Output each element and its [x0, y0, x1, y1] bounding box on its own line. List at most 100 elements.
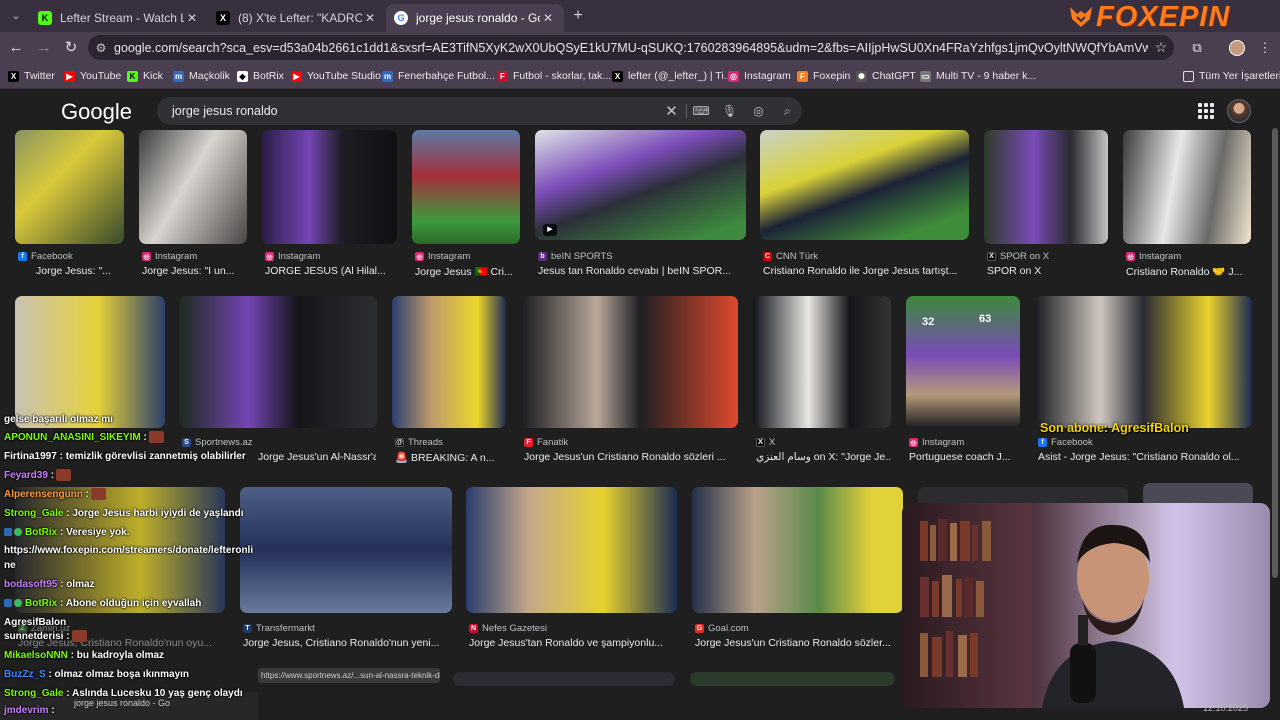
image-result[interactable] — [139, 130, 247, 244]
image-result[interactable] — [15, 130, 124, 244]
result-caption[interactable]: وسام العنزي on X: "Jorge Je... — [756, 451, 892, 463]
forward-button[interactable]: → — [34, 38, 54, 58]
close-icon[interactable]: ✕ — [540, 11, 556, 25]
chat-emote-icon — [71, 630, 87, 643]
bookmark-lefter-x[interactable]: Xlefter (@_lefter_) | Ti... — [612, 68, 732, 84]
close-icon[interactable]: ✕ — [184, 11, 200, 25]
result-caption[interactable]: Jorge Jesus 🇵🇹 Cri... — [415, 265, 521, 278]
result-source[interactable]: F Fanatik — [524, 437, 568, 448]
result-source[interactable]: ◎ Instagram — [415, 251, 470, 262]
tab-lefter-stream[interactable]: K Lefter Stream - Watch Live on K ✕ — [30, 4, 208, 32]
tab-google-search[interactable]: G jorge jesus ronaldo - Google'da ✕ — [386, 4, 564, 32]
result-caption[interactable]: Jorge Jesus'tan Ronaldo ve şampiyonlu... — [469, 637, 677, 649]
result-source[interactable]: G Goal.com — [695, 623, 749, 634]
tab-search-button[interactable]: ⌄ — [6, 6, 26, 26]
search-icon[interactable]: ⌕ — [773, 104, 802, 119]
result-caption[interactable]: Jorge Jesus'un Cristiano Ronaldo sözler.… — [695, 637, 903, 649]
image-result[interactable] — [753, 296, 891, 428]
result-source[interactable]: N Nefes Gazetesi — [469, 623, 547, 634]
result-caption[interactable]: 🚨 BREAKING: A n... — [395, 451, 505, 464]
chat-text: : bu kadroyla olmaz — [67, 650, 165, 661]
image-result[interactable] — [466, 487, 677, 613]
result-caption[interactable]: Jorge Jesus'un Cristiano Ronaldo sözleri… — [524, 451, 740, 463]
bookmark-mackolik[interactable]: m Maçkolik — [173, 68, 230, 84]
result-caption[interactable]: Jorge Jesus'un Al-Nassr'a t... — [258, 451, 376, 463]
profile-avatar[interactable] — [1226, 38, 1248, 58]
result-source[interactable]: b beIN SPORTS — [538, 251, 613, 262]
bookmark-instagram[interactable]: ◎ Instagram — [728, 68, 791, 84]
google-account-avatar[interactable] — [1227, 99, 1251, 123]
result-source[interactable]: ◎ Instagram — [1126, 251, 1181, 262]
result-source[interactable]: @ Threads — [395, 437, 443, 448]
result-caption[interactable]: Jorge Jesus: "... — [36, 265, 126, 277]
google-logo[interactable]: Google — [61, 99, 132, 125]
result-source[interactable]: ◎ Instagram — [142, 251, 197, 262]
result-caption[interactable]: Jesus tan Ronaldo cevabı | beIN SPOR... — [538, 265, 746, 277]
result-caption[interactable]: JORGE JESUS (Al Hilal... — [265, 265, 397, 277]
image-result[interactable] — [760, 130, 969, 240]
back-button[interactable]: ← — [6, 38, 26, 58]
address-bar[interactable]: ⚙ google.com/search?sca_esv=d53a04b2661c… — [88, 35, 1174, 60]
result-caption[interactable]: Cristiano Ronaldo ile Jorge Jesus tartış… — [763, 265, 971, 277]
image-result[interactable] — [1123, 130, 1251, 244]
result-caption[interactable]: Jorge Jesus: "I un... — [142, 265, 248, 277]
result-caption[interactable]: Jorge Jesus, Cristiano Ronaldo'nun yeni.… — [243, 637, 453, 649]
image-result[interactable] — [262, 130, 397, 244]
tab-x-lefter[interactable]: X (8) X'te Lefter: "KADRO DIŞILAR ✕ — [208, 4, 386, 32]
chat-username: Strong_Gale — [4, 688, 64, 699]
result-source[interactable]: ◎ Instagram — [909, 437, 964, 448]
bookmark-foxepin[interactable]: F Foxepin — [797, 68, 850, 84]
result-source[interactable]: f Facebook — [1038, 437, 1093, 448]
bookmark-youtube[interactable]: ▶ YouTube — [64, 68, 121, 84]
search-input[interactable]: jorge jesus ronaldo — [157, 104, 657, 118]
reload-button[interactable]: ↻ — [61, 38, 81, 58]
all-bookmarks[interactable]: Tüm Yer İşaretleri — [1183, 68, 1280, 84]
tab-strip: ⌄ K Lefter Stream - Watch Live on K ✕ X … — [0, 0, 1280, 33]
image-result[interactable] — [692, 487, 903, 613]
bookmark-multitv[interactable]: ▭ Multi TV - 9 haber k... — [920, 68, 1036, 84]
result-source[interactable]: C CNN Türk — [763, 251, 818, 262]
image-result[interactable] — [15, 296, 165, 428]
image-result[interactable] — [984, 130, 1108, 244]
image-result[interactable] — [521, 296, 738, 428]
kick-icon: K — [127, 70, 138, 82]
menu-icon[interactable]: ⋮ — [1254, 38, 1276, 58]
scrollbar[interactable] — [1272, 128, 1278, 578]
new-tab-button[interactable]: + — [568, 6, 588, 26]
extensions-icon[interactable]: ⧉ — [1186, 38, 1208, 58]
bookmark-youtube-studio[interactable]: ▶ YouTube Studio — [291, 68, 381, 84]
bookmark-botrix[interactable]: ◆ BotRix — [237, 68, 284, 84]
image-result[interactable]: 32 63 — [906, 296, 1020, 428]
close-icon[interactable]: ✕ — [362, 11, 378, 25]
bookmark-fenerbahce[interactable]: m Fenerbahçe Futbol... — [382, 68, 495, 84]
result-source[interactable]: XX — [756, 437, 775, 448]
bookmark-kick[interactable]: K Kick — [127, 68, 163, 84]
image-result[interactable] — [240, 487, 452, 613]
clear-icon[interactable]: ✕ — [657, 102, 686, 120]
microphone-icon[interactable]: 🎙︎ — [715, 104, 744, 118]
image-result[interactable] — [690, 672, 895, 686]
result-caption[interactable]: Asist - Jorge Jesus: "Cristiano Ronaldo … — [1038, 451, 1252, 463]
keyboard-icon[interactable]: ⌨ — [686, 104, 715, 118]
image-result[interactable] — [453, 672, 675, 686]
bookmark-chatgpt[interactable]: ✺ ChatGPT — [856, 68, 916, 84]
bookmark-futbol-skorlar[interactable]: F Futbol - skorlar, tak... — [497, 68, 611, 84]
apps-grid-icon[interactable] — [1198, 103, 1214, 119]
camera-search-icon[interactable]: ◎ — [744, 104, 773, 118]
result-caption[interactable]: Cristiano Ronaldo 🤝 J... — [1126, 265, 1250, 278]
image-result[interactable] — [179, 296, 377, 428]
image-result[interactable] — [1035, 296, 1252, 428]
url-text[interactable]: google.com/search?sca_esv=d53a04b2661c1d… — [114, 41, 1148, 55]
image-result[interactable]: ▶ — [535, 130, 746, 240]
result-source[interactable]: f Facebook — [18, 251, 73, 262]
bookmark-twitter[interactable]: X Twitter — [8, 68, 55, 84]
site-info-icon[interactable]: ⚙ — [88, 41, 114, 55]
result-caption[interactable]: Portuguese coach J... — [909, 451, 1021, 463]
image-result[interactable] — [392, 296, 506, 428]
bookmark-star-icon[interactable]: ☆ — [1148, 39, 1174, 56]
search-box[interactable]: jorge jesus ronaldo ✕ ⌨ 🎙︎ ◎ ⌕ — [157, 97, 802, 125]
image-result[interactable] — [412, 130, 520, 244]
result-caption[interactable]: SPOR on X — [987, 265, 1109, 277]
result-source[interactable]: ◎ Instagram — [265, 251, 320, 262]
result-source[interactable]: X SPOR on X — [987, 251, 1049, 262]
